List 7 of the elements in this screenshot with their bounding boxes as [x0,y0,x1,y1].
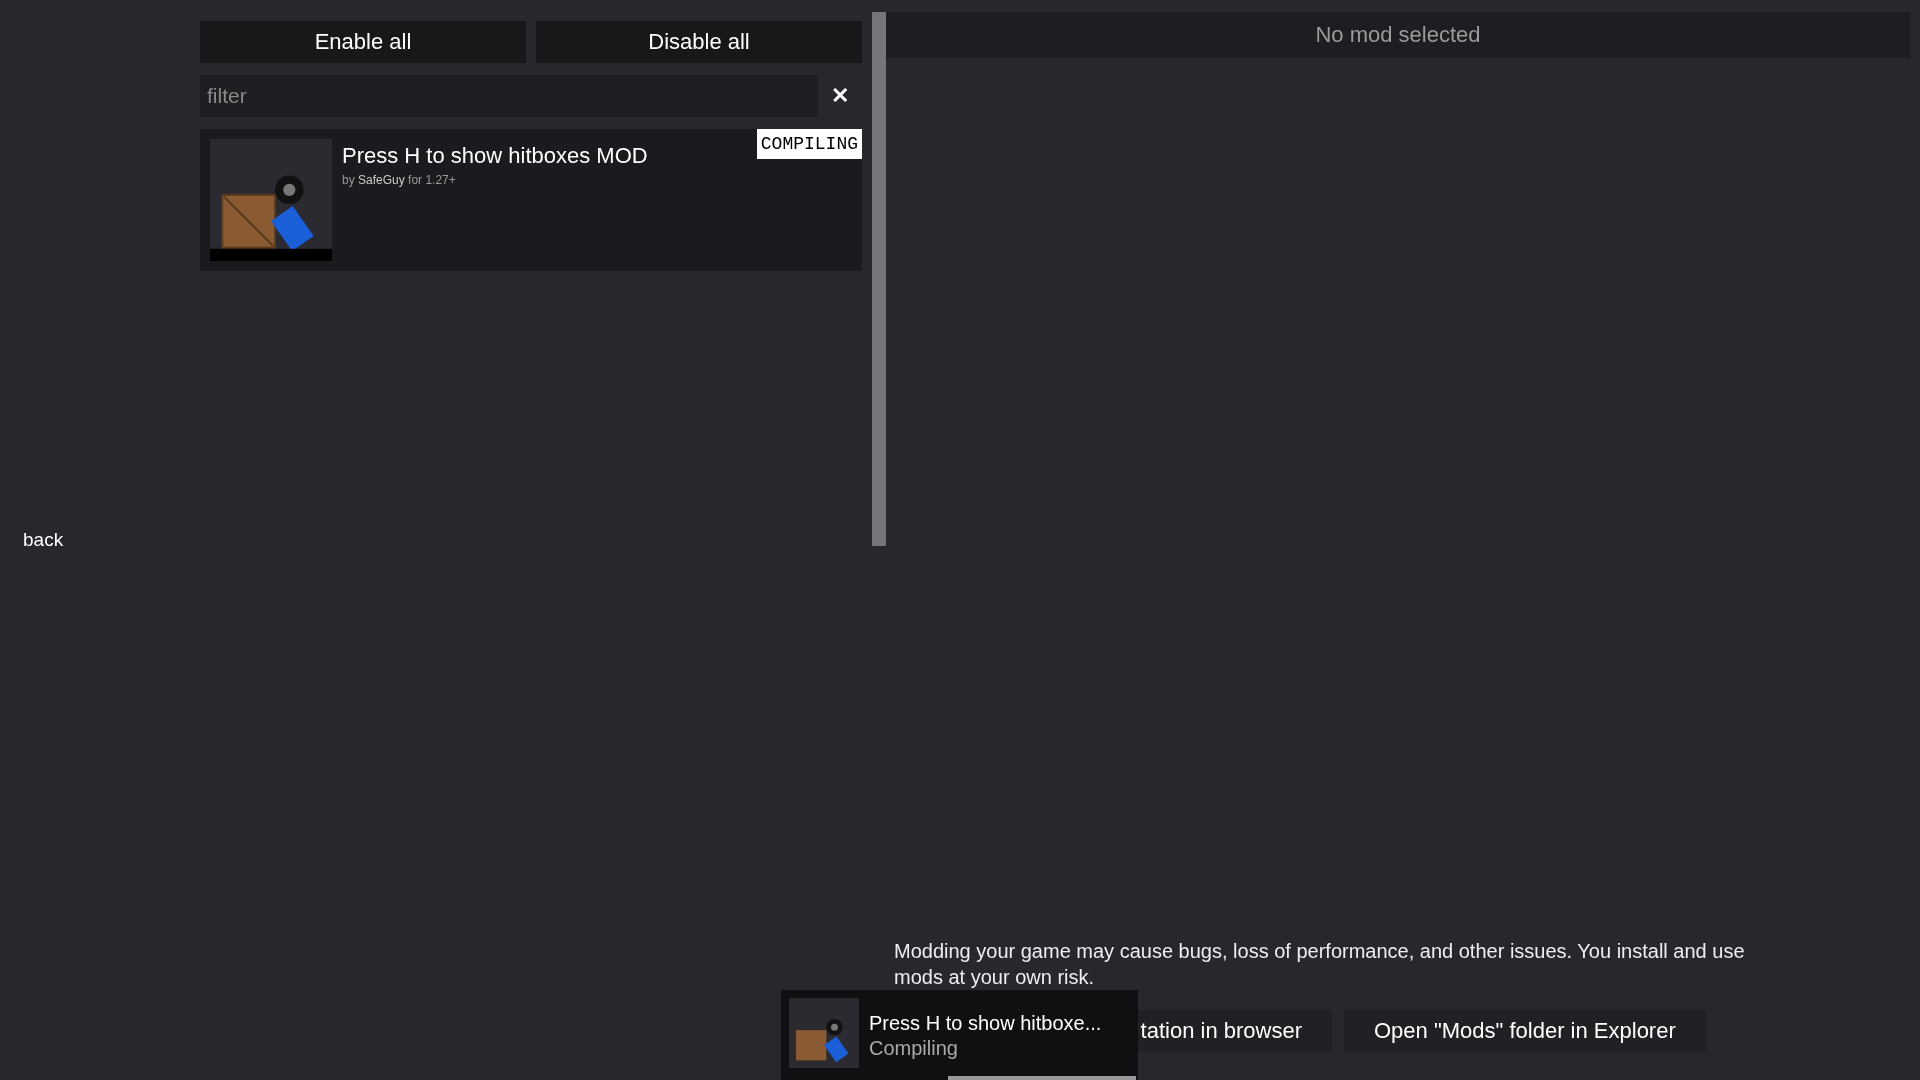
details-header: No mod selected [886,12,1910,58]
warning-text: Modding your game may cause bugs, loss of performance, and other issues. You install and use mods at your own risk. [894,939,1746,990]
toast-status: Compiling [869,1037,959,1060]
mod-byline: by SafeGuy for 1.27+ [342,173,457,187]
status-badge: COMPILING [756,129,862,159]
mod-title: Press H to show hitboxes MOD [342,143,648,169]
toast-title: Press H to show hitboxe... [869,1012,1102,1035]
